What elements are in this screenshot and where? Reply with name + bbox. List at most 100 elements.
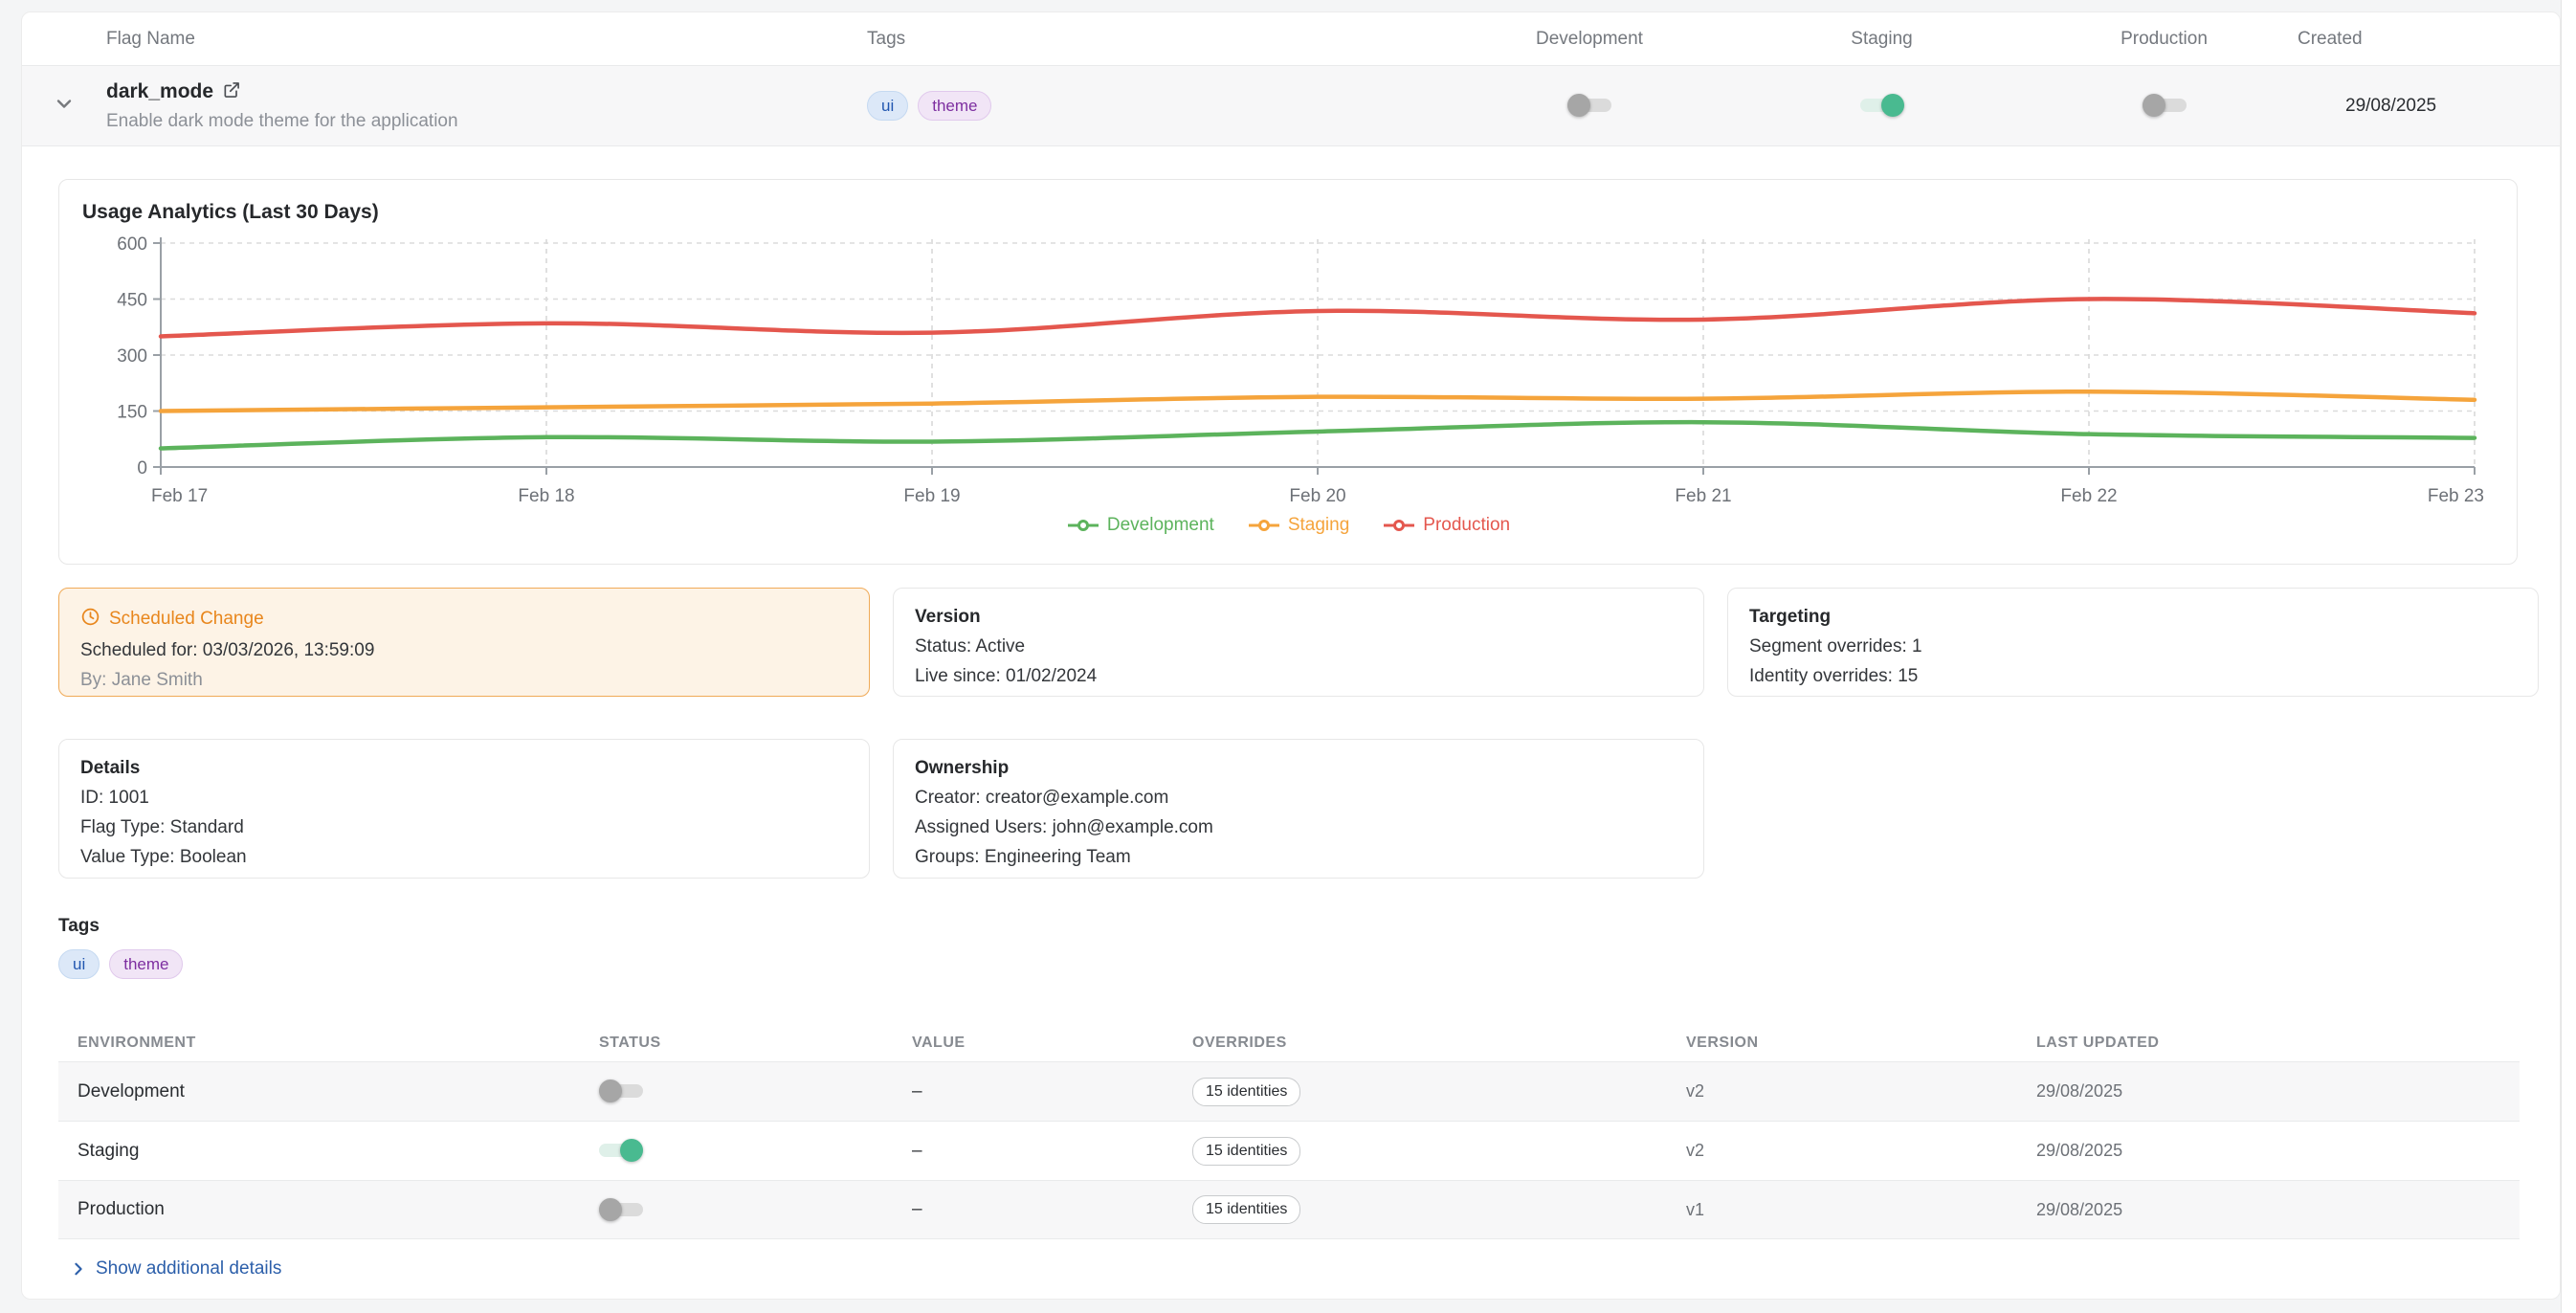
staging-toggle[interactable] — [1860, 99, 1904, 112]
identity-overrides: Identity overrides: 15 — [1749, 666, 2517, 687]
tag-chip-theme[interactable]: theme — [918, 91, 991, 121]
toggle-knob — [599, 1198, 622, 1221]
staging-status-toggle[interactable] — [599, 1144, 643, 1157]
env-value: – — [912, 1141, 1192, 1162]
svg-text:Feb 23: Feb 23 — [2428, 486, 2484, 506]
environments-table: ENVIRONMENT STATUS VALUE OVERRIDES VERSI… — [58, 1025, 2520, 1239]
flag-detail-panel: Flag Name Tags Development Staging Produ… — [21, 11, 2561, 1300]
flag-row: dark_mode Enable dark mode theme for the… — [22, 66, 2560, 146]
env-header-last-updated: LAST UPDATED — [2036, 1035, 2520, 1052]
chart-legend: Development Staging Production — [82, 515, 2494, 536]
scheduled-for-text: Scheduled for: 03/03/2026, 13:59:09 — [80, 640, 848, 661]
svg-text:Feb 20: Feb 20 — [1289, 486, 1345, 506]
segment-overrides: Segment overrides: 1 — [1749, 636, 2517, 657]
env-name: Production — [78, 1199, 599, 1220]
flag-name: dark_mode — [106, 80, 213, 103]
environments-table-header: ENVIRONMENT STATUS VALUE OVERRIDES VERSI… — [58, 1025, 2520, 1061]
env-header-value: VALUE — [912, 1035, 1192, 1052]
value-type: Value Type: Boolean — [80, 847, 848, 868]
show-additional-details-label: Show additional details — [96, 1258, 281, 1280]
tags-section: Tags ui theme — [58, 916, 183, 979]
legend-item-staging[interactable]: Staging — [1247, 515, 1349, 536]
development-status-toggle[interactable] — [599, 1084, 643, 1098]
tag-chip-ui[interactable]: ui — [867, 91, 908, 121]
scheduled-change-card: Scheduled Change Scheduled for: 03/03/20… — [58, 588, 870, 697]
toggle-knob — [2143, 94, 2165, 117]
details-card-title: Details — [80, 758, 848, 779]
env-header-overrides: OVERRIDES — [1192, 1035, 1686, 1052]
env-version: v2 — [1686, 1081, 2036, 1102]
scrollbar-track[interactable] — [2561, 0, 2576, 1313]
legend-marker-icon — [1247, 519, 1281, 532]
version-live-since: Live since: 01/02/2024 — [915, 666, 1682, 687]
groups: Groups: Engineering Team — [915, 847, 1682, 868]
tag-chip-ui[interactable]: ui — [58, 949, 100, 979]
details-card: Details ID: 1001 Flag Type: Standard Val… — [58, 739, 870, 879]
toggle-knob — [1881, 94, 1904, 117]
ownership-card-title: Ownership — [915, 758, 1682, 779]
header-production: Production — [2121, 29, 2208, 50]
assigned-users: Assigned Users: john@example.com — [915, 817, 1682, 838]
overrides-chip[interactable]: 15 identities — [1192, 1078, 1300, 1106]
targeting-card-title: Targeting — [1749, 607, 2517, 628]
development-toggle[interactable] — [1567, 99, 1611, 112]
env-value: – — [912, 1081, 1192, 1102]
env-name: Staging — [78, 1141, 599, 1162]
header-development: Development — [1536, 29, 1643, 50]
table-row-staging: Staging – 15 identities v2 29/08/2025 — [58, 1121, 2520, 1180]
version-card-title: Version — [915, 607, 1682, 628]
show-additional-details-link[interactable]: Show additional details — [70, 1258, 281, 1280]
expand-collapse-button[interactable] — [53, 92, 76, 120]
flag-id: ID: 1001 — [80, 788, 848, 809]
flag-type: Flag Type: Standard — [80, 817, 848, 838]
production-toggle[interactable] — [2143, 99, 2187, 112]
legend-item-development[interactable]: Development — [1066, 515, 1214, 536]
toggle-knob — [599, 1079, 622, 1102]
header-staging: Staging — [1851, 29, 1912, 50]
svg-text:600: 600 — [117, 234, 147, 255]
overrides-chip[interactable]: 15 identities — [1192, 1195, 1300, 1224]
legend-marker-icon — [1382, 519, 1416, 532]
svg-text:Feb 22: Feb 22 — [2060, 486, 2117, 506]
created-date: 29/08/2025 — [2298, 96, 2560, 117]
version-status: Status: Active — [915, 636, 1682, 657]
header-tags: Tags — [867, 29, 1446, 50]
env-last-updated: 29/08/2025 — [2036, 1141, 2520, 1161]
targeting-card: Targeting Segment overrides: 1 Identity … — [1727, 588, 2539, 697]
chevron-right-icon — [70, 1260, 87, 1278]
env-last-updated: 29/08/2025 — [2036, 1200, 2520, 1220]
production-status-toggle[interactable] — [599, 1203, 643, 1216]
header-flag-name: Flag Name — [106, 29, 867, 50]
usage-analytics-card: Usage Analytics (Last 30 Days) 0 150 300 45… — [58, 179, 2518, 565]
tag-chip-theme[interactable]: theme — [109, 949, 183, 979]
env-version: v2 — [1686, 1141, 2036, 1161]
svg-text:Feb 18: Feb 18 — [518, 486, 574, 506]
svg-text:150: 150 — [117, 403, 147, 423]
version-card: Version Status: Active Live since: 01/02… — [893, 588, 1704, 697]
scheduled-change-title: Scheduled Change — [109, 609, 264, 630]
toggle-knob — [1567, 94, 1590, 117]
flag-description: Enable dark mode theme for the applicati… — [106, 111, 867, 132]
env-header-status: STATUS — [599, 1035, 912, 1052]
legend-marker-icon — [1066, 519, 1100, 532]
svg-text:Feb 17: Feb 17 — [151, 486, 208, 506]
env-header-version: VERSION — [1686, 1035, 2036, 1052]
external-link-icon[interactable] — [222, 80, 241, 104]
chevron-down-icon — [53, 92, 76, 120]
usage-analytics-chart: 0150300450600Feb 17Feb 18Feb 19Feb 20Feb… — [82, 230, 2496, 513]
toggle-knob — [620, 1139, 643, 1162]
chart-title: Usage Analytics (Last 30 Days) — [82, 201, 2494, 224]
svg-text:450: 450 — [117, 291, 147, 311]
ownership-card: Ownership Creator: creator@example.com A… — [893, 739, 1704, 879]
env-last-updated: 29/08/2025 — [2036, 1081, 2520, 1102]
env-header-environment: ENVIRONMENT — [78, 1035, 599, 1052]
legend-item-production[interactable]: Production — [1382, 515, 1510, 536]
env-name: Development — [78, 1081, 599, 1102]
scheduled-by-text: By: Jane Smith — [80, 670, 848, 691]
svg-text:300: 300 — [117, 346, 147, 367]
svg-text:0: 0 — [137, 458, 147, 478]
env-version: v1 — [1686, 1200, 2036, 1220]
clock-icon — [80, 607, 100, 632]
overrides-chip[interactable]: 15 identities — [1192, 1137, 1300, 1166]
header-created: Created — [2298, 29, 2560, 50]
